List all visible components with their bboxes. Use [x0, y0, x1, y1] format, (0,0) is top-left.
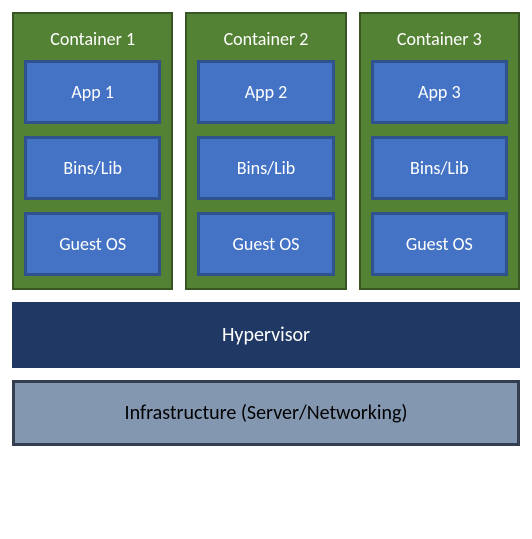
container-1: Container 1 App 1 Bins/Lib Guest OS: [12, 12, 173, 290]
container-1-guestos: Guest OS: [24, 212, 161, 276]
container-3-binslib: Bins/Lib: [371, 136, 508, 200]
containers-row: Container 1 App 1 Bins/Lib Guest OS Cont…: [12, 12, 520, 290]
container-1-binslib: Bins/Lib: [24, 136, 161, 200]
container-2-guestos: Guest OS: [197, 212, 334, 276]
container-1-app: App 1: [24, 60, 161, 124]
container-2-app: App 2: [197, 60, 334, 124]
container-1-title: Container 1: [24, 22, 161, 60]
container-2-binslib: Bins/Lib: [197, 136, 334, 200]
container-3: Container 3 App 3 Bins/Lib Guest OS: [359, 12, 520, 290]
container-2-title: Container 2: [197, 22, 334, 60]
container-3-guestos: Guest OS: [371, 212, 508, 276]
container-2: Container 2 App 2 Bins/Lib Guest OS: [185, 12, 346, 290]
infrastructure-layer: Infrastructure (Server/Networking): [12, 380, 520, 446]
container-3-app: App 3: [371, 60, 508, 124]
container-3-title: Container 3: [371, 22, 508, 60]
hypervisor-layer: Hypervisor: [12, 302, 520, 368]
